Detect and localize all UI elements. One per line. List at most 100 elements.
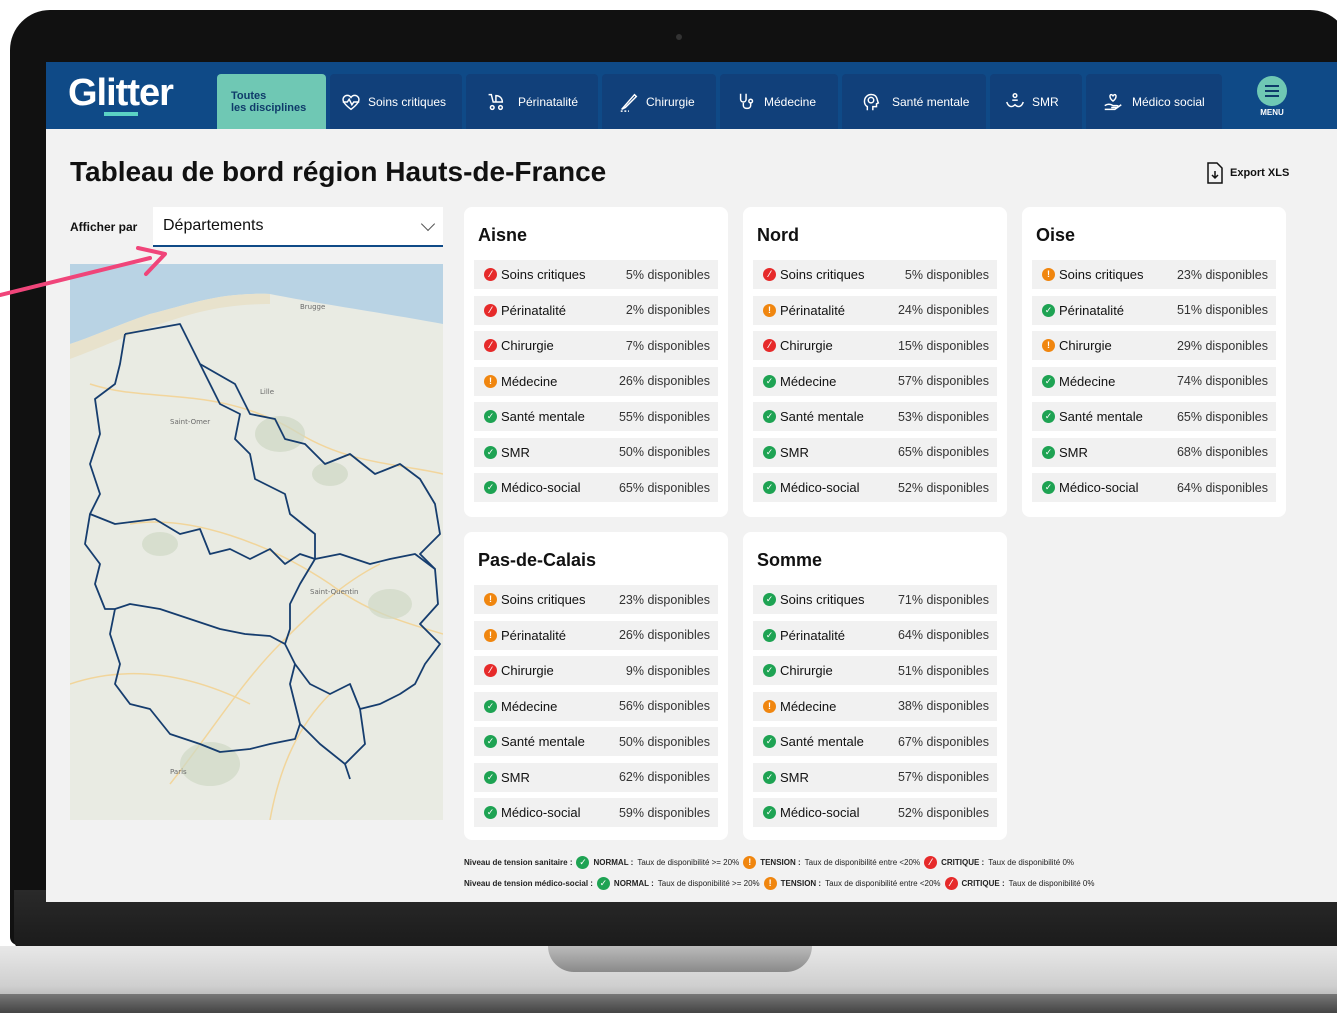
discipline-row[interactable]: ! Chirurgie 29% disponibles — [1032, 331, 1276, 360]
tab-label-line1: Toutes — [231, 89, 267, 102]
discipline-row[interactable]: ✓ Santé mentale 65% disponibles — [1032, 402, 1276, 431]
tab-toutes-disciplines[interactable]: Toutes les disciplines — [217, 74, 326, 129]
discipline-row[interactable]: ✓ Santé mentale 53% disponibles — [753, 402, 997, 431]
slash-icon: ⁄ — [484, 268, 497, 281]
exclamation-icon: ! — [484, 628, 497, 642]
discipline-row[interactable]: ✓ SMR 68% disponibles — [1032, 437, 1276, 467]
discipline-name: Soins critiques — [501, 267, 586, 282]
screen: Glitter Toutes les disciplines Soins cri… — [46, 62, 1337, 902]
discipline-row[interactable]: ✓ Santé mentale 55% disponibles — [474, 402, 718, 431]
check-icon: ✓ — [763, 374, 776, 388]
check-icon: ✓ — [763, 806, 776, 819]
check-icon: ✓ — [763, 593, 776, 606]
availability-value: 56% disponibles — [618, 699, 710, 713]
app-logo[interactable]: Glitter — [68, 72, 174, 115]
discipline-label: ✓ Médecine — [484, 699, 557, 714]
discipline-row[interactable]: ⁄ Chirurgie 9% disponibles — [474, 656, 718, 685]
tab-smr[interactable]: SMR — [990, 74, 1082, 129]
discipline-row[interactable]: ✓ Périnatalité 51% disponibles — [1032, 295, 1276, 325]
legend-critique-desc: Taux de disponibilité 0% — [1008, 879, 1095, 888]
head-brain-icon — [863, 93, 880, 110]
legend-medico-social: Niveau de tension médico-social : ✓ NORM… — [464, 877, 1094, 890]
scalpel-icon — [620, 93, 638, 112]
discipline-row[interactable]: ✓ Médico-social 52% disponibles — [753, 798, 997, 827]
discipline-row[interactable]: ! Médecine 38% disponibles — [753, 691, 997, 721]
tab-label-line2: les disciplines — [231, 101, 307, 114]
discipline-row[interactable]: ! Médecine 26% disponibles — [474, 366, 718, 396]
export-xls-button[interactable]: Export XLS — [1206, 162, 1289, 184]
legend-tension: TENSION : — [760, 858, 801, 867]
discipline-row[interactable]: ✓ Médecine 56% disponibles — [474, 691, 718, 721]
tab-sante-mentale[interactable]: Santé mentale — [842, 74, 986, 129]
discipline-row[interactable]: ✓ Soins critiques 71% disponibles — [753, 585, 997, 614]
discipline-row[interactable]: ✓ SMR 62% disponibles — [474, 762, 718, 792]
discipline-row[interactable]: ⁄ Chirurgie 15% disponibles — [753, 331, 997, 360]
menu-button[interactable]: MENU — [1256, 76, 1288, 126]
discipline-name: Soins critiques — [1059, 267, 1144, 282]
laptop-base-shadow — [0, 994, 1337, 1013]
tab-medecine[interactable]: Médecine — [720, 74, 838, 129]
exclamation-icon: ! — [743, 856, 757, 869]
discipline-list: ⁄ Soins critiques 5% disponibles ⁄ Périnatal… — [474, 260, 718, 502]
department-name: Pas-de-Calais — [478, 550, 597, 570]
availability-value: 38% disponibles — [897, 699, 989, 713]
svg-text:Paris: Paris — [170, 768, 187, 776]
tab-label: Soins critiques — [368, 94, 447, 109]
check-icon: ✓ — [1042, 410, 1055, 423]
department-name: Oise — [1036, 225, 1076, 245]
discipline-name: SMR — [501, 444, 530, 460]
discipline-row[interactable]: ✓ Périnatalité 64% disponibles — [753, 620, 997, 650]
discipline-row[interactable]: ✓ Médico-social 52% disponibles — [753, 473, 997, 502]
check-icon: ✓ — [1042, 374, 1055, 388]
discipline-label: ! Soins critiques — [484, 592, 586, 607]
availability-value: 65% disponibles — [897, 445, 989, 459]
discipline-list: ⁄ Soins critiques 5% disponibles ! Périnatal… — [753, 260, 997, 502]
availability-value: 26% disponibles — [618, 628, 710, 642]
discipline-name: Médico-social — [501, 805, 581, 820]
chevron-down-icon — [420, 216, 436, 231]
availability-value: 55% disponibles — [618, 409, 710, 424]
discipline-label: ✓ Santé mentale — [763, 409, 864, 424]
tab-perinatalite[interactable]: Périnatalité — [466, 74, 598, 129]
menu-label: MENU — [1260, 108, 1284, 117]
discipline-row[interactable]: ✓ SMR 65% disponibles — [753, 437, 997, 467]
legend-tension: TENSION : — [780, 879, 822, 888]
check-icon: ✓ — [763, 628, 776, 642]
tab-medico-social[interactable]: Médico social — [1086, 74, 1222, 129]
discipline-row[interactable]: ✓ Médecine 74% disponibles — [1032, 366, 1276, 396]
discipline-row[interactable]: ! Périnatalité 26% disponibles — [474, 620, 718, 650]
discipline-label: ! Soins critiques — [1042, 267, 1144, 282]
discipline-label: ✓ Médico-social — [763, 480, 859, 495]
discipline-label: ✓ Soins critiques — [763, 592, 865, 607]
discipline-row[interactable]: ⁄ Périnatalité 2% disponibles — [474, 295, 718, 325]
discipline-row[interactable]: ⁄ Soins critiques 5% disponibles — [474, 260, 718, 289]
discipline-label: ✓ SMR — [763, 770, 809, 785]
region-map[interactable]: Lille Saint-Quentin Paris Brugge Saint-O… — [70, 264, 443, 820]
discipline-row[interactable]: ✓ Médico-social 59% disponibles — [474, 798, 718, 827]
tab-soins-critiques[interactable]: Soins critiques — [330, 74, 462, 129]
availability-value: 65% disponibles — [1176, 409, 1268, 424]
display-by-select[interactable]: Départements — [153, 207, 443, 247]
discipline-row[interactable]: ! Périnatalité 24% disponibles — [753, 295, 997, 325]
discipline-row[interactable]: ✓ Chirurgie 51% disponibles — [753, 656, 997, 685]
discipline-name: Médecine — [780, 698, 837, 714]
discipline-row[interactable]: ✓ Santé mentale 50% disponibles — [474, 727, 718, 756]
svg-text:Saint-Omer: Saint-Omer — [170, 418, 210, 426]
slash-icon: ⁄ — [763, 268, 776, 281]
discipline-row[interactable]: ✓ Médico-social 65% disponibles — [474, 473, 718, 502]
afficher-par-label: Afficher par — [70, 220, 138, 234]
discipline-name: Médecine — [501, 698, 558, 714]
discipline-label: ⁄ Chirurgie — [763, 338, 833, 353]
discipline-name: Médico-social — [1059, 480, 1139, 495]
check-icon: ✓ — [763, 735, 776, 748]
tab-chirurgie[interactable]: Chirurgie — [602, 74, 716, 129]
discipline-row[interactable]: ! Soins critiques 23% disponibles — [474, 585, 718, 614]
discipline-row[interactable]: ✓ SMR 57% disponibles — [753, 762, 997, 792]
discipline-row[interactable]: ⁄ Soins critiques 5% disponibles — [753, 260, 997, 289]
discipline-row[interactable]: ⁄ Chirurgie 7% disponibles — [474, 331, 718, 360]
discipline-row[interactable]: ✓ SMR 50% disponibles — [474, 437, 718, 467]
discipline-row[interactable]: ✓ Santé mentale 67% disponibles — [753, 727, 997, 756]
discipline-row[interactable]: ✓ Médico-social 64% disponibles — [1032, 473, 1276, 502]
discipline-row[interactable]: ✓ Médecine 57% disponibles — [753, 366, 997, 396]
discipline-row[interactable]: ! Soins critiques 23% disponibles — [1032, 260, 1276, 289]
